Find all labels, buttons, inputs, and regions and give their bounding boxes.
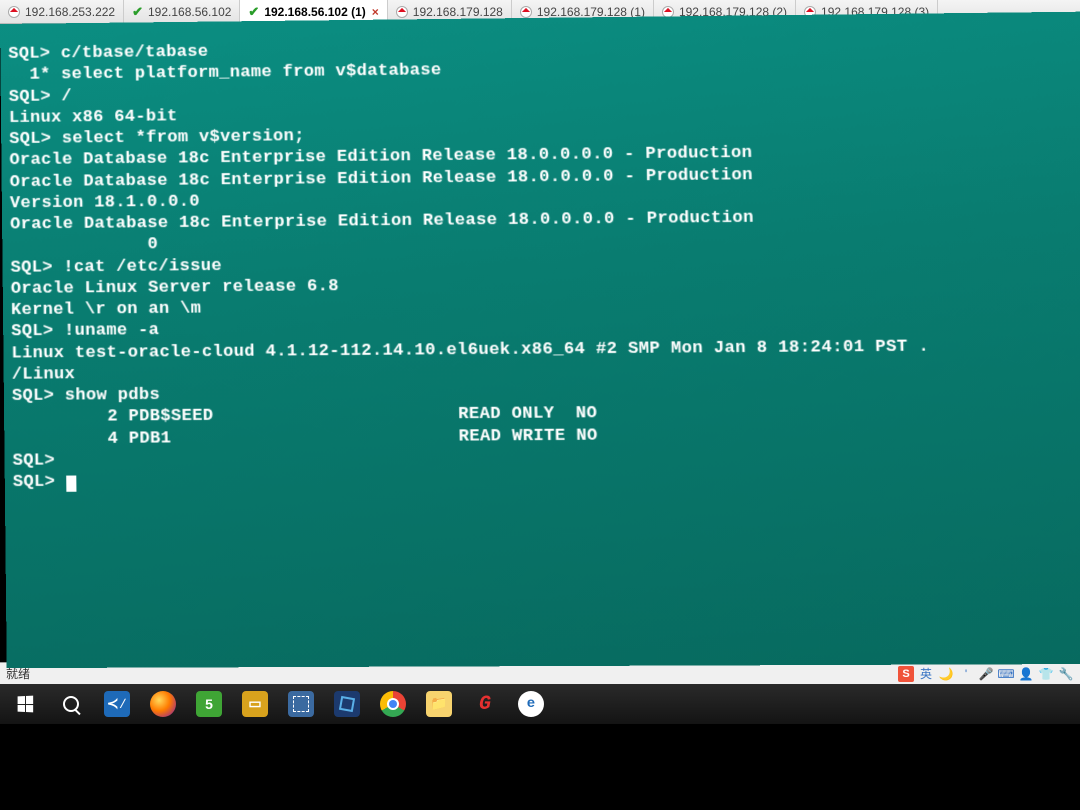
firefox-icon [150, 691, 176, 717]
keyboard-icon[interactable]: ⌨ [998, 666, 1014, 682]
taskbar-virtualbox[interactable] [326, 686, 368, 722]
connection-tab-1[interactable]: ✔ 192.168.56.102 [124, 0, 240, 23]
taskbar-search[interactable] [50, 686, 92, 722]
cursor [66, 476, 76, 492]
taskbar-camtasia[interactable]: 5 [188, 686, 230, 722]
windows-logo-icon [18, 696, 34, 713]
wrench-icon[interactable]: 🔧 [1058, 666, 1074, 682]
chrome-icon [380, 691, 406, 717]
tab-label: 192.168.253.222 [25, 5, 115, 19]
separator-icon: ' [958, 666, 974, 682]
taskbar-vmware[interactable]: ▭ [234, 686, 276, 722]
tools-icon[interactable]: 👕 [1038, 666, 1054, 682]
taskbar-foxit[interactable]: G [464, 686, 506, 722]
disconnected-icon [8, 6, 20, 18]
taskbar-snipping[interactable] [280, 686, 322, 722]
close-icon[interactable]: × [372, 5, 379, 19]
camtasia-icon: 5 [196, 691, 222, 717]
search-icon [63, 696, 79, 712]
foxit-icon: G [472, 691, 498, 717]
tab-label: 192.168.56.102 (1) [264, 5, 365, 19]
ie-icon: e [518, 691, 544, 717]
ime-sogou-icon[interactable]: S [898, 666, 914, 682]
tab-label: 192.168.179.128 [413, 5, 503, 19]
connected-icon: ✔ [132, 4, 143, 20]
taskbar-firefox[interactable] [142, 686, 184, 722]
vmware-icon: ▭ [242, 691, 268, 717]
taskbar-vscode[interactable]: ≺∕ [96, 686, 138, 722]
connected-icon: ✔ [248, 4, 259, 20]
vscode-icon: ≺∕ [104, 691, 130, 717]
taskbar-ie[interactable]: e [510, 686, 552, 722]
screen-bezel [0, 724, 1080, 810]
start-button[interactable] [4, 686, 46, 722]
disconnected-icon [396, 6, 408, 18]
snipping-icon [288, 691, 314, 717]
ssh-terminal[interactable]: SQL> c/tbase/tabase 1* select platform_n… [0, 12, 1080, 669]
virtualbox-icon [334, 691, 360, 717]
taskbar-chrome[interactable] [372, 686, 414, 722]
explorer-icon: 📁 [426, 691, 452, 717]
status-tray: S 英 🌙 ' 🎤 ⌨ 👤 👕 🔧 [898, 666, 1074, 682]
mic-icon[interactable]: 🎤 [978, 666, 994, 682]
taskbar-explorer[interactable]: 📁 [418, 686, 460, 722]
windows-taskbar: ≺∕ 5 ▭ 📁 G e [0, 684, 1080, 724]
connection-tab-0[interactable]: 192.168.253.222 [0, 0, 124, 23]
user-icon[interactable]: 👤 [1018, 666, 1034, 682]
ime-lang-indicator[interactable]: 英 [918, 666, 934, 682]
tab-label: 192.168.56.102 [148, 5, 231, 19]
moon-icon[interactable]: 🌙 [938, 666, 954, 682]
disconnected-icon [520, 6, 532, 18]
